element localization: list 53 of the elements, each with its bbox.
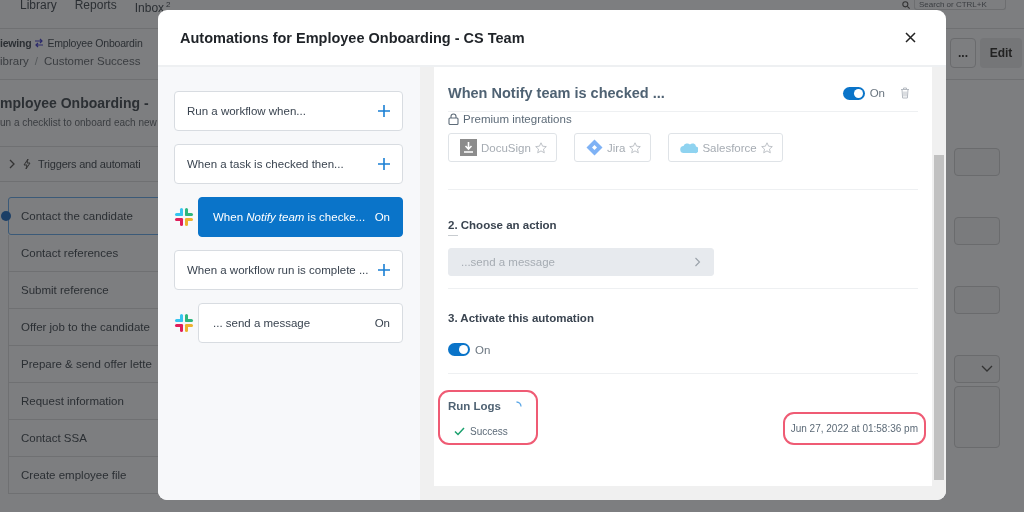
integration-button[interactable]: DocuSign: [448, 133, 557, 162]
hash-icon: [174, 207, 194, 227]
automation-card[interactable]: When a task is checked then...: [174, 144, 403, 184]
header-button[interactable]: ...: [950, 38, 976, 68]
input-field[interactable]: [954, 355, 1000, 383]
close-icon: [904, 32, 916, 43]
template-link[interactable]: Employee Onboardin: [47, 37, 143, 49]
integration-button[interactable]: Salesforce: [668, 133, 783, 162]
triggers-label[interactable]: Triggers and automati: [38, 158, 141, 170]
run-timestamp: Jun 27, 2022 at 01:58:36 pm: [790, 423, 918, 434]
nav-link[interactable]: Reports: [74, 0, 117, 28]
star-icon[interactable]: [760, 141, 773, 154]
star-icon[interactable]: [534, 141, 547, 154]
integration-button[interactable]: Jira: [573, 133, 652, 162]
run-logs-heading: Run Logs: [448, 400, 502, 412]
toggle-label: On: [869, 87, 885, 99]
plus-icon: [378, 105, 390, 117]
toggle-switch[interactable]: [448, 343, 470, 356]
toggle-label: On: [475, 343, 491, 356]
automation-card[interactable]: ... send a message On: [198, 303, 403, 343]
lightning-icon: [22, 158, 32, 170]
plus-icon: [378, 264, 390, 276]
viewing-label: iewing: [0, 37, 32, 49]
toggle-switch[interactable]: [842, 86, 865, 100]
breadcrumb-link[interactable]: Customer Success: [43, 55, 141, 67]
chevron-right-icon[interactable]: [8, 159, 16, 169]
automation-card[interactable]: When a workflow run is complete ...: [174, 250, 403, 290]
automation-card[interactable]: When Notify team is checke... On: [198, 197, 403, 237]
step-heading: 3. Activate this automation: [448, 312, 595, 324]
header-button[interactable]: Edit: [980, 38, 1022, 68]
breadcrumb-link[interactable]: ibrary: [0, 55, 29, 67]
chevron-right-icon: [694, 257, 701, 267]
run-status: Success: [470, 426, 508, 437]
star-icon[interactable]: [629, 141, 642, 154]
diamond-icon: [585, 139, 603, 156]
lock-icon: [448, 113, 459, 125]
check-icon: [454, 427, 465, 436]
template-icon: [34, 38, 45, 48]
search-icon: [902, 1, 910, 9]
page-subtitle: un a checklist to onboard each new: [0, 117, 158, 128]
hash-icon: [174, 313, 194, 333]
cloud-icon: [680, 141, 699, 154]
automation-title: When Notify team is checked ...: [448, 85, 665, 101]
nav-link[interactable]: Library: [20, 0, 57, 28]
plus-icon: [378, 158, 390, 170]
trash-icon[interactable]: [900, 87, 910, 99]
step-heading: 2. Choose an action: [448, 219, 558, 231]
dialog-title: Automations for Employee Onboarding - CS Team: [180, 29, 525, 46]
breadcrumb-separator: /: [34, 55, 38, 67]
download-icon: [460, 139, 477, 156]
premium-label: Premium integrations: [463, 113, 572, 125]
automation-card[interactable]: Run a workflow when...: [174, 91, 403, 131]
chevron-down-icon: [981, 365, 993, 373]
